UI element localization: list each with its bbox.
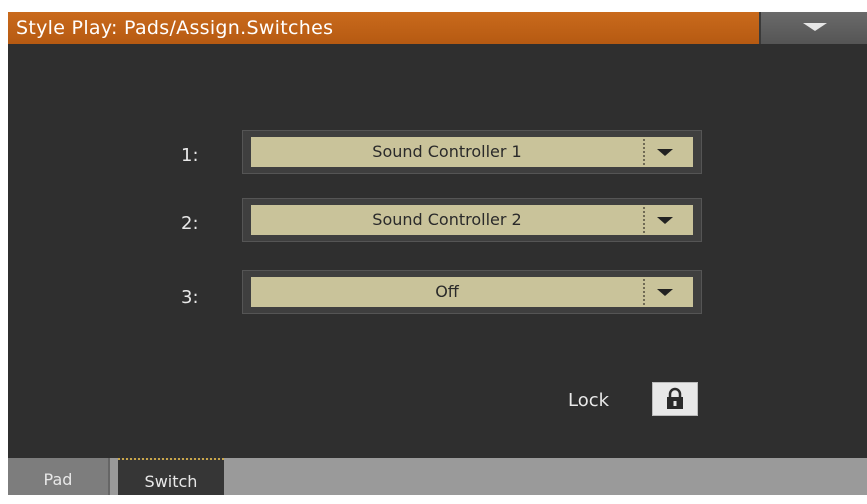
- switch-2-field[interactable]: Sound Controller 2: [251, 205, 693, 235]
- tab-bar: Pad Switch: [8, 458, 867, 495]
- switch-1-field[interactable]: Sound Controller 1: [251, 137, 693, 167]
- triangle-down-icon: [803, 23, 827, 31]
- dropdown-separator: [643, 139, 645, 165]
- switch-2-label: 2:: [181, 213, 199, 234]
- switch-2-value: Sound Controller 2: [372, 210, 522, 229]
- lock-label: Lock: [568, 390, 610, 411]
- display-screen: Style Play: Pads/Assign.Switches 1: Soun…: [8, 12, 867, 495]
- chevron-down-icon[interactable]: [657, 149, 673, 156]
- page-menu-button[interactable]: [759, 12, 867, 44]
- chevron-down-icon[interactable]: [657, 217, 673, 224]
- dropdown-separator: [643, 279, 645, 305]
- chevron-down-icon[interactable]: [657, 289, 673, 296]
- switch-3-field[interactable]: Off: [251, 277, 693, 307]
- switch-1-label: 1:: [181, 145, 199, 166]
- tab-pad[interactable]: Pad: [8, 458, 110, 495]
- switch-3-label: 3:: [181, 287, 199, 308]
- switch-2-dropdown[interactable]: Sound Controller 2: [242, 198, 702, 242]
- switch-3-value: Off: [435, 282, 459, 301]
- switch-1-value: Sound Controller 1: [372, 142, 522, 161]
- switch-3-dropdown[interactable]: Off: [242, 270, 702, 314]
- page-title: Style Play: Pads/Assign.Switches: [8, 12, 759, 44]
- switch-1-dropdown[interactable]: Sound Controller 1: [242, 130, 702, 174]
- padlock-icon: [667, 387, 683, 409]
- tab-switch[interactable]: Switch: [118, 458, 224, 495]
- dropdown-separator: [643, 207, 645, 233]
- lock-button[interactable]: [652, 382, 698, 416]
